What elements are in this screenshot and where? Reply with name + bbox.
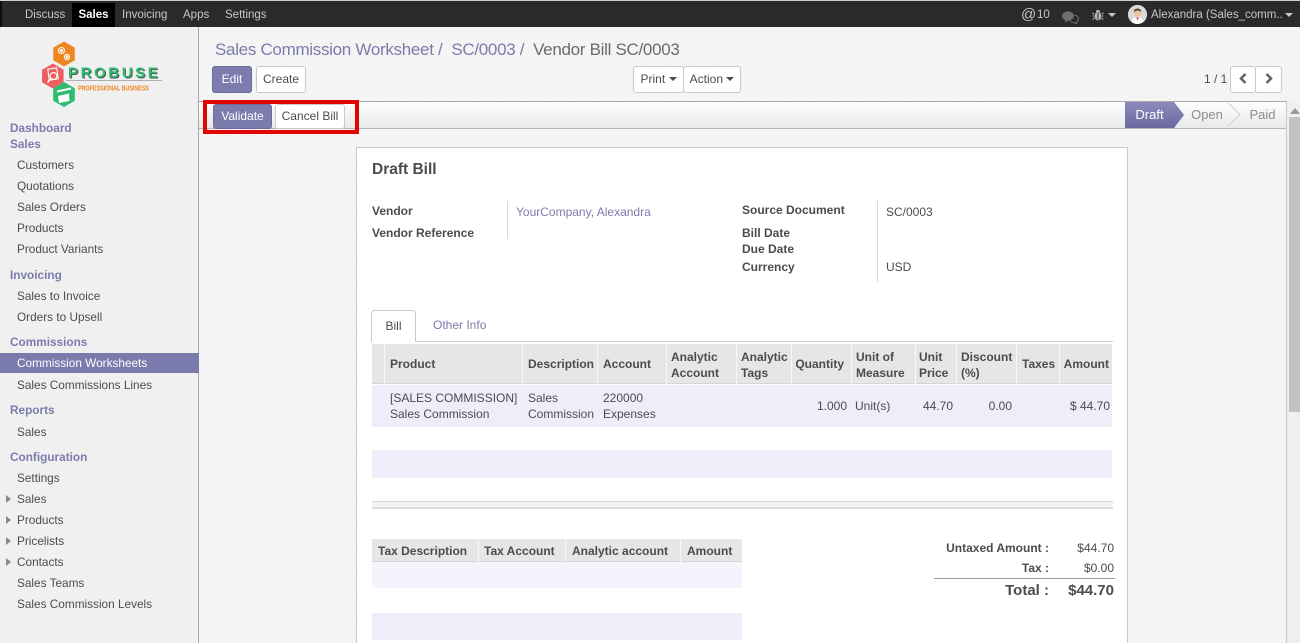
svg-text:PROBUSE: PROBUSE: [68, 65, 160, 82]
svg-text:PROFESSIONAL BUSINESS: PROFESSIONAL BUSINESS: [78, 84, 149, 93]
